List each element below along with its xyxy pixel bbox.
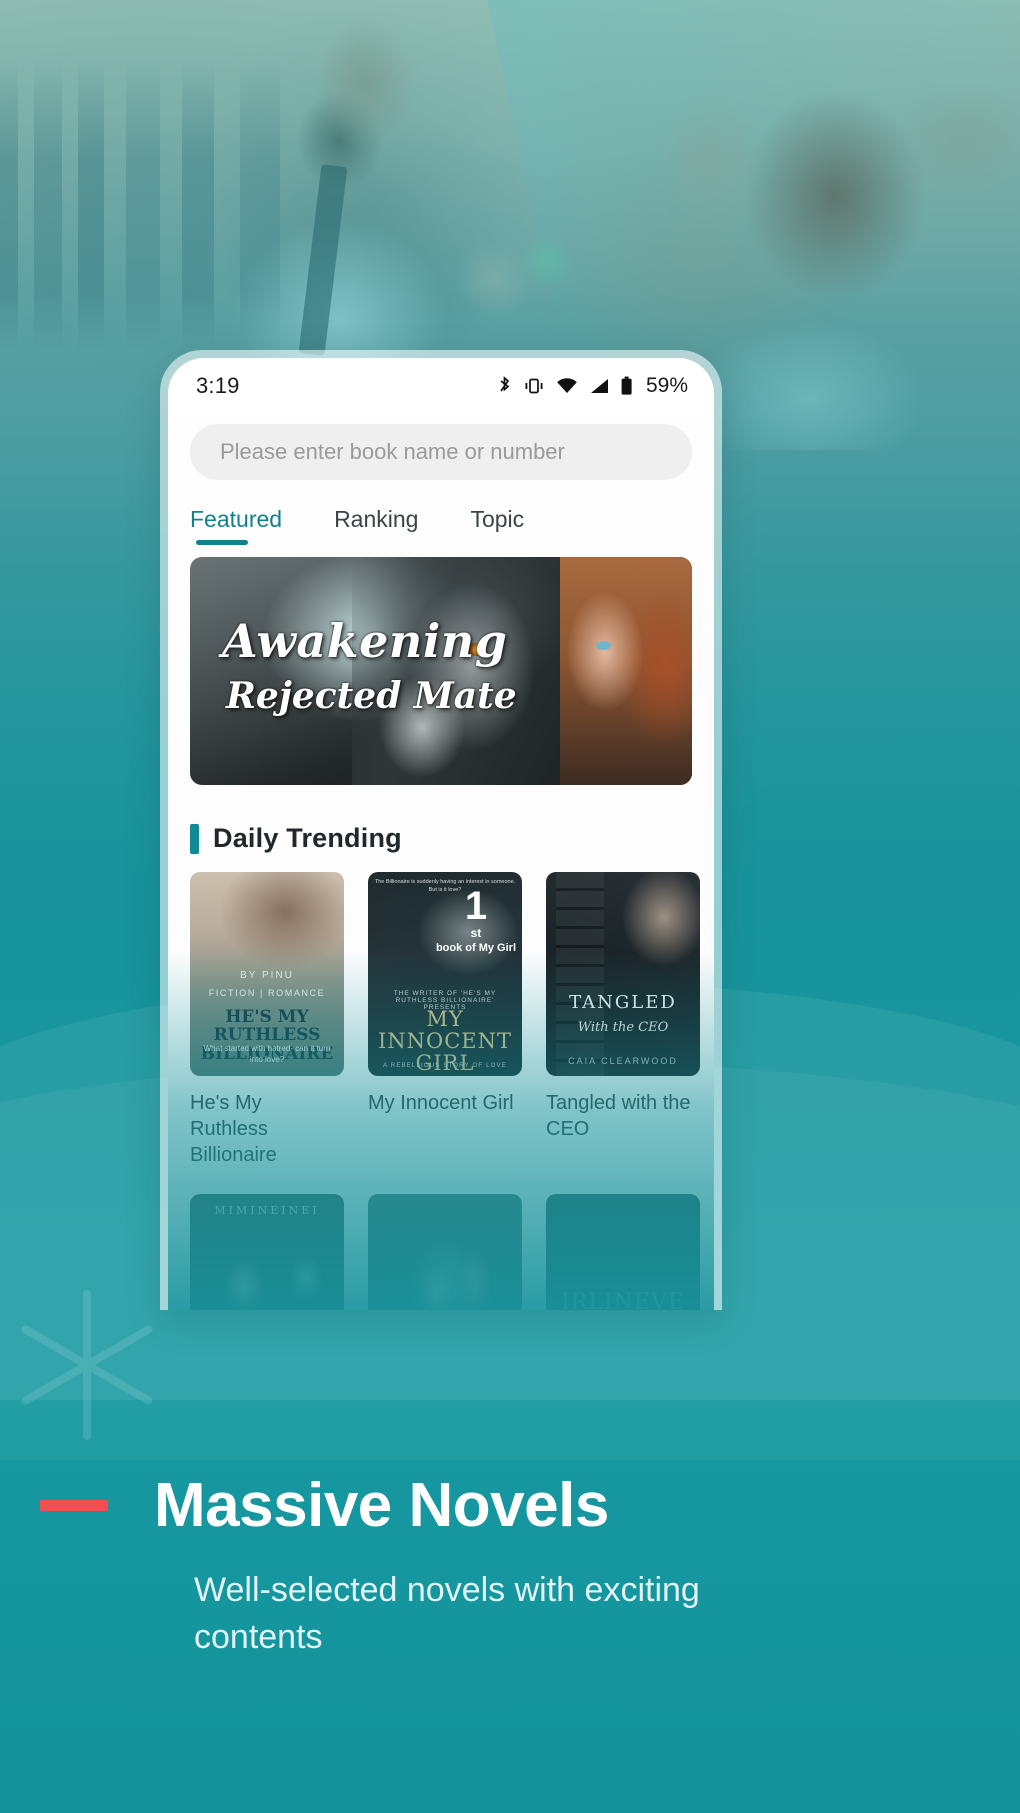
book-title-2: My Innocent Girl	[368, 1092, 514, 1114]
banner-subtitle: Rejected Mate	[226, 675, 517, 717]
daily-trending-header: Daily Trending	[168, 785, 714, 872]
phone-mockup: 3:19 59% Please enter book name or numbe…	[160, 350, 722, 1310]
book-cover-4[interactable]: MIMINEINEI	[190, 1194, 344, 1310]
section-accent-bar	[190, 823, 199, 854]
tab-featured[interactable]: Featured	[190, 506, 282, 549]
tab-topic[interactable]: Topic	[470, 506, 524, 549]
search-input[interactable]: Please enter book name or number	[190, 424, 692, 480]
cover-author-1: BY PINU	[240, 970, 294, 981]
promo-title-row: Massive Novels	[40, 1470, 980, 1541]
book-cover-2[interactable]: The Billionaire is suddenly having an in…	[368, 872, 522, 1076]
status-time: 3:19	[196, 373, 240, 398]
screenshot-stage: 3:19 59% Please enter book name or numbe…	[0, 0, 1020, 1813]
banner-wolf-art	[352, 557, 582, 785]
bluetooth-icon	[497, 376, 512, 396]
promo-block: Massive Novels Well-selected novels with…	[0, 1470, 1020, 1661]
cover-subhead-3: With the CEO	[577, 1020, 669, 1035]
cover-rank-badge-2: 1 st book of My Girl	[435, 884, 516, 955]
wifi-icon	[556, 377, 578, 395]
book-grid-row-2: MIMINEINEI IRLINEVE	[168, 1194, 714, 1310]
promo-subtitle: Well-selected novels with exciting conte…	[194, 1571, 700, 1656]
banner-girl-art	[560, 557, 692, 785]
book-cover-6[interactable]: IRLINEVE	[546, 1194, 700, 1310]
featured-banner[interactable]: Awakening Rejected Mate	[190, 557, 692, 785]
tab-ranking[interactable]: Ranking	[334, 506, 418, 549]
vibrate-icon	[523, 376, 545, 396]
cover-genre-1: FICTION | ROMANCE	[208, 988, 326, 998]
book-card-3[interactable]: TANGLED With the CEO CAIA CLEARWOOD Tang…	[546, 872, 700, 1168]
banner-title: Awakening	[222, 614, 508, 668]
book-grid-row-1: BY PINU FICTION | ROMANCE HE'S MY RUTHLE…	[168, 872, 714, 1168]
cover-brick-texture-3	[556, 872, 604, 1076]
cover-rank-ordinal-2: st	[470, 926, 482, 940]
battery-icon	[620, 376, 633, 396]
cover-author-3: CAIA CLEARWOOD	[568, 1056, 678, 1066]
book-card-2[interactable]: The Billionaire is suddenly having an in…	[368, 872, 522, 1168]
cover-overlay-title-6: IRLINEVE	[561, 1290, 685, 1310]
status-bar: 3:19 59%	[168, 358, 714, 414]
cover-headline-3: TANGLED	[569, 992, 677, 1013]
snowflake-decoration	[12, 1290, 162, 1440]
search-placeholder: Please enter book name or number	[220, 439, 565, 464]
book-cover-1[interactable]: BY PINU FICTION | ROMANCE HE'S MY RUTHLE…	[190, 872, 344, 1076]
book-cover-3[interactable]: TANGLED With the CEO CAIA CLEARWOOD	[546, 872, 700, 1076]
book-card-5[interactable]	[368, 1194, 522, 1310]
book-card-4[interactable]: MIMINEINEI	[190, 1194, 344, 1310]
promo-accent-dash	[40, 1500, 108, 1511]
banner-section: Awakening Rejected Mate	[168, 549, 714, 785]
phone-screen: 3:19 59% Please enter book name or numbe…	[168, 358, 714, 1310]
book-card-6[interactable]: IRLINEVE	[546, 1194, 700, 1310]
cover-tagline-1: What started with hatred- can it turn in…	[203, 1044, 331, 1065]
cover-rank-text-2: book of My Girl	[435, 942, 516, 954]
book-title-1: He's My Ruthless Billionaire	[190, 1092, 277, 1166]
signal-icon	[589, 377, 609, 395]
tab-bar: Featured Ranking Topic	[168, 480, 714, 549]
book-cover-5[interactable]	[368, 1194, 522, 1310]
book-card-1[interactable]: BY PINU FICTION | ROMANCE HE'S MY RUTHLE…	[190, 872, 344, 1168]
cover-overlay-title-4: MIMINEINEI	[214, 1204, 320, 1217]
promo-title: Massive Novels	[154, 1471, 609, 1540]
status-icon-group: 59%	[497, 374, 688, 398]
cover-footer-2: A REBELLIOUS STORY OF LOVE	[383, 1063, 507, 1069]
cover-rank-number-2: 1	[464, 884, 488, 928]
section-title: Daily Trending	[213, 823, 402, 853]
search-section: Please enter book name or number	[168, 414, 714, 480]
battery-percentage: 59%	[645, 374, 688, 397]
book-title-3: Tangled with the CEO	[546, 1092, 691, 1140]
